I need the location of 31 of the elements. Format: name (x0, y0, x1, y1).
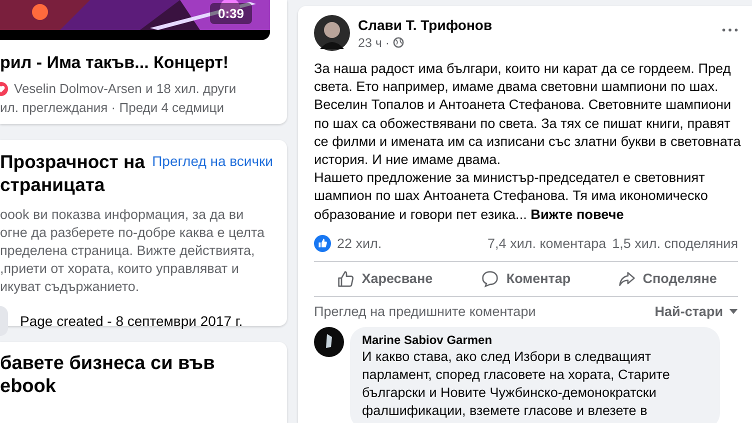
avatar[interactable] (314, 15, 350, 51)
caret-icon (729, 308, 738, 314)
video-duration: 0:39 (210, 3, 252, 24)
like-reaction-icon (314, 235, 331, 252)
sort-dropdown[interactable]: Най-стари (654, 304, 738, 319)
post-time[interactable]: 23 ч · (358, 36, 390, 50)
comment-text: И какво става, ако след Избори в следващият парламент, според гласовете на хората, Старите български и Новите Чужбинско-демонократски фалшификации, вземете гласове и влезете в (362, 348, 671, 420)
card-title: Прозрачност на страницата (0, 150, 145, 196)
shares-count[interactable]: 1,5 хил. споделяния (612, 236, 738, 252)
speech-bubble-icon (481, 270, 500, 288)
likes-count[interactable]: 22 хил. (337, 236, 382, 252)
transparency-description: oook ви показва информация, за да ви огне да разберете по-добре каква е целта пределена страница. Вижте действията, ,приети от хората, които управляват и икуват съдържанието. (0, 206, 266, 296)
video-title[interactable]: рил - Има такъв... Концерт! (0, 53, 271, 73)
globe-icon (392, 37, 404, 48)
share-arrow-icon (618, 270, 636, 288)
comment-button[interactable]: Коментар (455, 264, 597, 294)
card-title: бавете бизнеса си във ebook (0, 352, 216, 398)
video-meta: ил. преглеждания · Преди 4 седмици (0, 100, 225, 115)
previous-comments-link[interactable]: Преглед на предишните коментари (314, 304, 536, 319)
more-options-icon[interactable] (722, 28, 738, 32)
page-created-text: Page created - 8 септември 2017 г. (20, 313, 243, 329)
see-all-link[interactable]: Преглед на всички (152, 153, 273, 169)
reactions-text: Veselin Dolmov-Arsen и 18 хил. други (14, 81, 236, 96)
share-button[interactable]: Споделяне (596, 264, 738, 294)
avatar[interactable] (314, 326, 344, 357)
author-name[interactable]: Слави Т. Трифонов (358, 16, 714, 32)
comments-count[interactable]: 7,4 хил. коментара (488, 236, 606, 252)
like-button[interactable]: Харесване (314, 264, 456, 294)
thumbs-up-icon (336, 270, 355, 288)
comment-author[interactable]: Marine Sabiov Garmen (362, 332, 708, 347)
see-more-link[interactable]: Вижте повече (530, 206, 624, 222)
